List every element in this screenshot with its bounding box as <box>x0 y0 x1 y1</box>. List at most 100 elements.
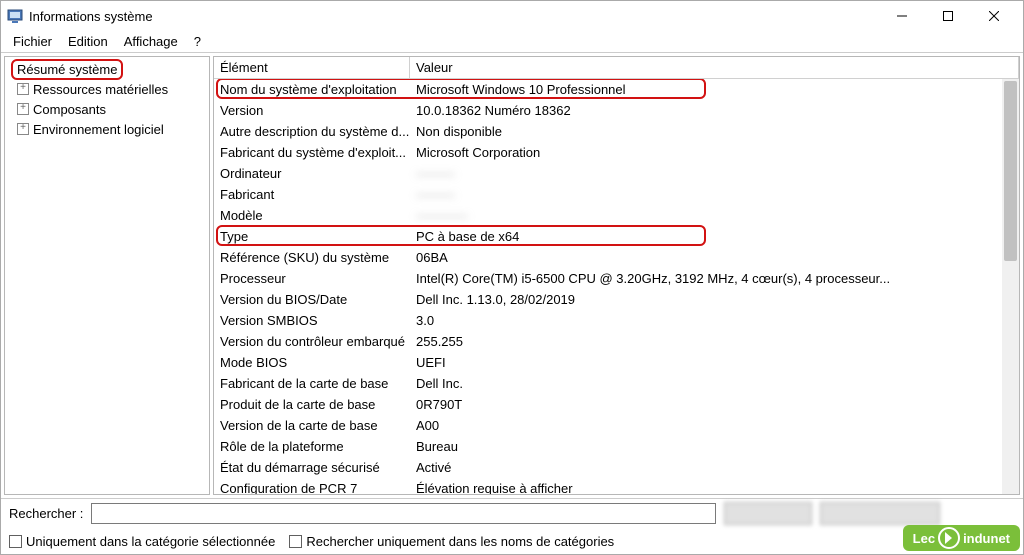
table-row[interactable]: Version10.0.18362 Numéro 18362 <box>214 100 1019 121</box>
table-row[interactable]: Fabricant——— <box>214 184 1019 205</box>
cell-element: Autre description du système d... <box>214 124 410 139</box>
details-body[interactable]: Nom du système d'exploitationMicrosoft W… <box>214 79 1019 494</box>
cell-value: ——— <box>410 166 1019 181</box>
col-header-valeur[interactable]: Valeur <box>410 57 1019 78</box>
table-row[interactable]: Référence (SKU) du système06BA <box>214 247 1019 268</box>
cell-value: PC à base de x64 <box>410 229 1019 244</box>
close-button[interactable] <box>971 2 1017 30</box>
menu-edition[interactable]: Edition <box>60 32 116 51</box>
watermark-text: Lec <box>913 531 935 546</box>
cell-element: Version <box>214 103 410 118</box>
menu-help[interactable]: ? <box>186 32 209 51</box>
check-names-only[interactable]: Rechercher uniquement dans les noms de c… <box>289 534 614 549</box>
cell-element: Mode BIOS <box>214 355 410 370</box>
search-input[interactable] <box>91 503 716 524</box>
cell-element: Version du BIOS/Date <box>214 292 410 307</box>
search-button[interactable] <box>724 502 812 525</box>
expand-icon[interactable] <box>17 83 29 95</box>
cell-element: Produit de la carte de base <box>214 397 410 412</box>
tree-item-label: Composants <box>33 102 106 117</box>
table-row[interactable]: Configuration de PCR 7Élévation requise … <box>214 478 1019 494</box>
table-row[interactable]: Produit de la carte de base0R790T <box>214 394 1019 415</box>
check-category-only[interactable]: Uniquement dans la catégorie sélectionné… <box>9 534 275 549</box>
table-row[interactable]: Version du BIOS/DateDell Inc. 1.13.0, 28… <box>214 289 1019 310</box>
cell-element: État du démarrage sécurisé <box>214 460 410 475</box>
cell-element: Version de la carte de base <box>214 418 410 433</box>
cell-value: Activé <box>410 460 1019 475</box>
cell-element: Version du contrôleur embarqué <box>214 334 410 349</box>
search-options: Uniquement dans la catégorie sélectionné… <box>1 528 1023 554</box>
check-label: Uniquement dans la catégorie sélectionné… <box>26 534 275 549</box>
titlebar: Informations système <box>1 1 1023 31</box>
table-row[interactable]: Rôle de la plateformeBureau <box>214 436 1019 457</box>
table-row[interactable]: ProcesseurIntel(R) Core(TM) i5-6500 CPU … <box>214 268 1019 289</box>
scrollbar-vertical[interactable] <box>1002 79 1019 494</box>
cell-value: 255.255 <box>410 334 1019 349</box>
tree-root-resume-systeme[interactable]: Résumé système <box>5 59 209 79</box>
content-area: Résumé système Ressources matérielles Co… <box>1 53 1023 498</box>
checkbox-icon[interactable] <box>9 535 22 548</box>
tree-item-ressources[interactable]: Ressources matérielles <box>5 79 209 99</box>
cell-element: Nom du système d'exploitation <box>214 82 410 97</box>
checkbox-icon[interactable] <box>289 535 302 548</box>
cell-element: Type <box>214 229 410 244</box>
table-row[interactable]: Ordinateur——— <box>214 163 1019 184</box>
menu-fichier[interactable]: Fichier <box>5 32 60 51</box>
table-row[interactable]: Mode BIOSUEFI <box>214 352 1019 373</box>
table-row[interactable]: Version du contrôleur embarqué255.255 <box>214 331 1019 352</box>
col-header-element[interactable]: Élément <box>214 57 410 78</box>
cell-element: Ordinateur <box>214 166 410 181</box>
details-header: Élément Valeur <box>214 57 1019 79</box>
search-bar: Rechercher : <box>1 498 1023 528</box>
cell-element: Version SMBIOS <box>214 313 410 328</box>
cell-value: 06BA <box>410 250 1019 265</box>
table-row[interactable]: Fabricant de la carte de baseDell Inc. <box>214 373 1019 394</box>
table-row[interactable]: TypePC à base de x64 <box>214 226 1019 247</box>
scrollbar-thumb[interactable] <box>1004 81 1017 261</box>
cell-value: UEFI <box>410 355 1019 370</box>
table-row[interactable]: État du démarrage sécuriséActivé <box>214 457 1019 478</box>
table-row[interactable]: Version SMBIOS3.0 <box>214 310 1019 331</box>
cell-element: Rôle de la plateforme <box>214 439 410 454</box>
window-controls <box>879 2 1017 30</box>
cell-value: Non disponible <box>410 124 1019 139</box>
search-next-button[interactable] <box>820 502 940 525</box>
table-row[interactable]: Modèle———— <box>214 205 1019 226</box>
cell-element: Modèle <box>214 208 410 223</box>
cell-value: Microsoft Corporation <box>410 145 1019 160</box>
category-tree[interactable]: Résumé système Ressources matérielles Co… <box>4 56 210 495</box>
window-title: Informations système <box>29 9 879 24</box>
cell-value: ——— <box>410 187 1019 202</box>
cell-element: Fabricant de la carte de base <box>214 376 410 391</box>
watermark-logo: Lec indunet <box>903 525 1020 551</box>
cell-element: Référence (SKU) du système <box>214 250 410 265</box>
tree-item-environnement[interactable]: Environnement logiciel <box>5 119 209 139</box>
watermark-o-icon <box>938 527 960 549</box>
menubar: Fichier Edition Affichage ? <box>1 31 1023 53</box>
app-icon <box>7 8 23 24</box>
cell-value: ———— <box>410 208 1019 223</box>
cell-value: Microsoft Windows 10 Professionnel <box>410 82 1019 97</box>
cell-element: Processeur <box>214 271 410 286</box>
tree-item-composants[interactable]: Composants <box>5 99 209 119</box>
table-row[interactable]: Version de la carte de baseA00 <box>214 415 1019 436</box>
cell-value: A00 <box>410 418 1019 433</box>
minimize-button[interactable] <box>879 2 925 30</box>
tree-root-label: Résumé système <box>11 59 123 80</box>
expand-icon[interactable] <box>17 103 29 115</box>
cell-value: 3.0 <box>410 313 1019 328</box>
maximize-button[interactable] <box>925 2 971 30</box>
cell-element: Configuration de PCR 7 <box>214 481 410 494</box>
details-pane: Élément Valeur Nom du système d'exploita… <box>213 56 1020 495</box>
watermark-text: indunet <box>963 531 1010 546</box>
menu-affichage[interactable]: Affichage <box>116 32 186 51</box>
table-row[interactable]: Autre description du système d...Non dis… <box>214 121 1019 142</box>
cell-value: 0R790T <box>410 397 1019 412</box>
cell-value: Bureau <box>410 439 1019 454</box>
cell-value: Dell Inc. <box>410 376 1019 391</box>
cell-value: Dell Inc. 1.13.0, 28/02/2019 <box>410 292 1019 307</box>
tree-item-label: Environnement logiciel <box>33 122 164 137</box>
table-row[interactable]: Fabricant du système d'exploit...Microso… <box>214 142 1019 163</box>
expand-icon[interactable] <box>17 123 29 135</box>
table-row[interactable]: Nom du système d'exploitationMicrosoft W… <box>214 79 1019 100</box>
